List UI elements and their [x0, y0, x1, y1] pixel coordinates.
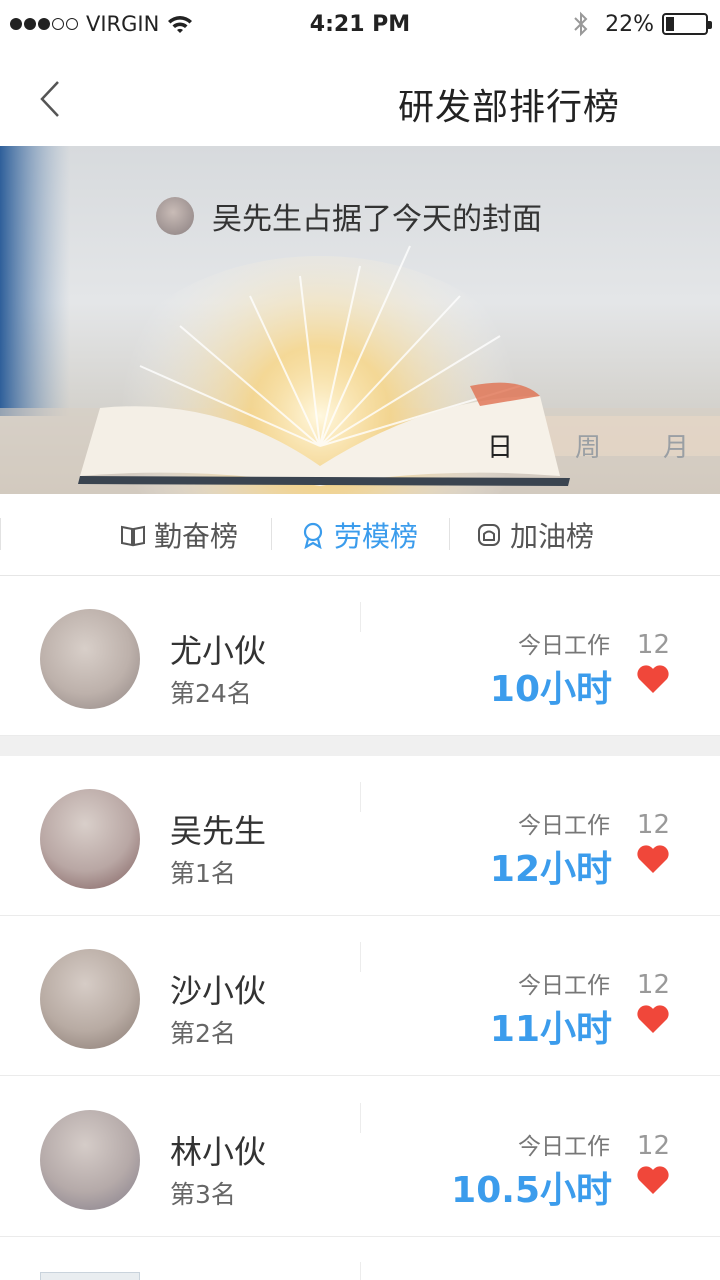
avatar[interactable]: [40, 609, 140, 709]
tab-label: 劳模榜: [334, 520, 419, 553]
avatar[interactable]: [40, 1272, 140, 1280]
heart-icon[interactable]: [636, 844, 670, 874]
nav-bar: 研发部排行榜: [0, 52, 720, 146]
like-count: 12: [636, 1131, 670, 1161]
work-label: 今日工作: [518, 813, 610, 839]
work-hours: 10.5小时: [451, 1170, 612, 1211]
like-count: 12: [636, 970, 670, 1000]
heart-icon[interactable]: [636, 664, 670, 694]
cover-banner: 吴先生占据了今天的封面 日 周 月: [0, 146, 720, 494]
divider: [360, 602, 361, 632]
like-count: 12: [636, 630, 670, 660]
user-name: 吴先生: [170, 812, 267, 850]
work-hours: 12小时: [489, 849, 612, 890]
heart-icon[interactable]: [636, 1165, 670, 1195]
avatar[interactable]: [40, 949, 140, 1049]
divider: [271, 518, 272, 550]
divider: [360, 1103, 361, 1133]
divider: [360, 1262, 361, 1280]
tab-week[interactable]: 周: [544, 427, 632, 464]
avatar[interactable]: [156, 197, 194, 235]
table-row[interactable]: 吴先生 第1名 今日工作 12小时 12: [0, 756, 720, 916]
rank-label: 第24名: [170, 679, 252, 708]
tab-cheer[interactable]: 加油榜: [476, 514, 594, 556]
tab-month[interactable]: 月: [632, 427, 720, 464]
avatar[interactable]: [40, 1110, 140, 1210]
user-name: 尤小伙: [170, 632, 267, 670]
chevron-left-icon[interactable]: [34, 78, 64, 120]
avatar[interactable]: [40, 789, 140, 889]
cover-announcement: 吴先生占据了今天的封面: [156, 194, 542, 238]
battery-group: 22%: [573, 11, 712, 37]
table-row[interactable]: 林小伙 第3名 今日工作 10.5小时 12: [0, 1077, 720, 1237]
work-hours: 10小时: [489, 669, 612, 710]
divider: [360, 942, 361, 972]
status-bar: VIRGIN 4:21 PM 22%: [0, 0, 720, 52]
section-gap: [0, 736, 720, 756]
work-label: 今日工作: [518, 1134, 610, 1160]
rank-label: 第2名: [170, 1019, 236, 1048]
tab-label: 勤奋榜: [154, 520, 239, 553]
page-title: 研发部排行榜: [397, 87, 620, 128]
tab-diligent[interactable]: 勤奋榜: [120, 514, 238, 556]
my-rank-row[interactable]: 尤小伙 第24名 今日工作 10小时 12: [0, 576, 720, 736]
tab-day[interactable]: 日: [456, 427, 544, 464]
battery-icon: [662, 13, 712, 35]
battery-percent: 22%: [605, 11, 654, 37]
divider: [449, 518, 450, 550]
rank-label: 第3名: [170, 1180, 236, 1209]
like-count: 12: [636, 810, 670, 840]
work-label: 今日工作: [518, 633, 610, 659]
work-label: 今日工作: [518, 973, 610, 999]
period-tabs: 日 周 月: [456, 427, 720, 464]
heart-icon[interactable]: [636, 1004, 670, 1034]
book-icon: [121, 525, 145, 547]
category-tabs: 勤奋榜 劳模榜 加油榜: [0, 494, 720, 576]
user-name: 沙小伙: [170, 972, 267, 1010]
cover-text: 吴先生占据了今天的封面: [212, 202, 542, 237]
divider: [360, 782, 361, 812]
divider: [0, 518, 1, 550]
medal-icon: [303, 522, 323, 549]
tab-label: 加油榜: [510, 520, 595, 553]
fuel-icon: [478, 524, 500, 546]
user-name: 林小伙: [170, 1133, 267, 1171]
bluetooth-icon: [574, 11, 588, 37]
rank-label: 第1名: [170, 859, 236, 888]
battery-fill: [666, 17, 674, 31]
tab-model-worker[interactable]: 劳模榜: [300, 514, 418, 556]
table-row[interactable]: 沙小伙 第2名 今日工作 11小时 12: [0, 916, 720, 1076]
work-hours: 11小时: [489, 1009, 612, 1050]
